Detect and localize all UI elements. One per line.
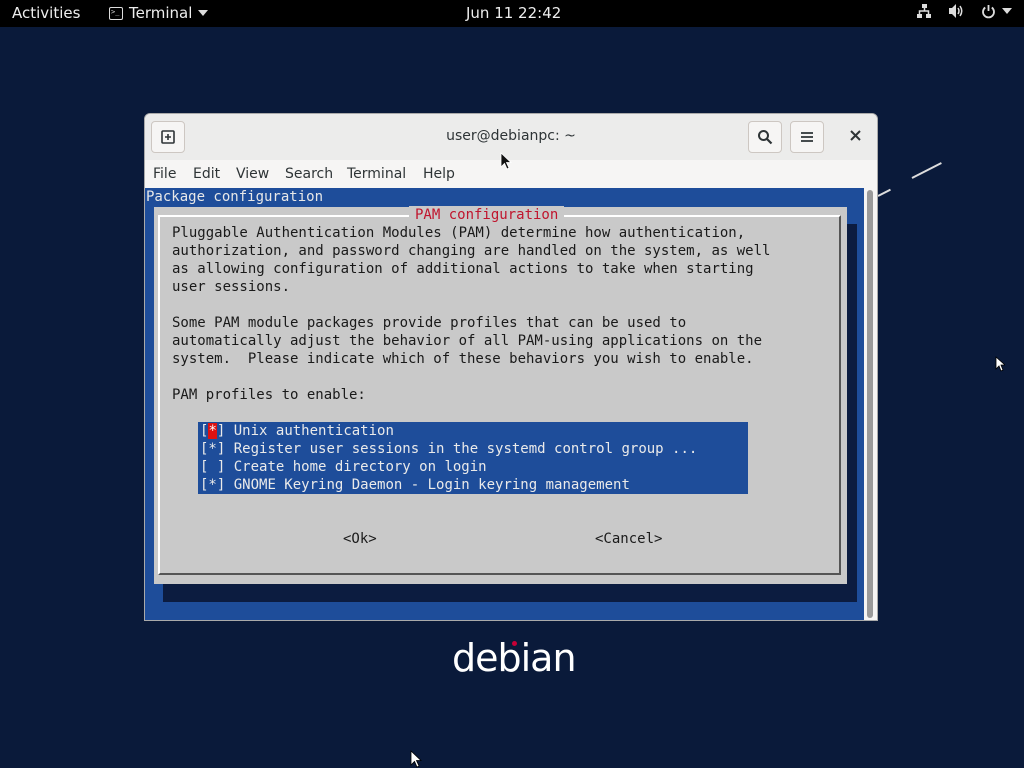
app-menu-button[interactable]: >_ Terminal <box>109 4 209 22</box>
terminal-area[interactable]: Package configuration PAM configuration … <box>145 188 866 620</box>
system-tray[interactable] <box>916 3 1012 19</box>
profiles-list[interactable]: [*] Unix authentication [*] Register use… <box>198 422 748 494</box>
mouse-pointer-icon <box>410 750 422 768</box>
terminal-window: user@debianpc: ~ File Edit View Search T… <box>144 113 878 621</box>
network-icon <box>917 4 931 18</box>
checkbox-mark: * <box>208 423 217 439</box>
profile-label: Create home directory on login <box>233 459 487 475</box>
chevron-down-icon <box>198 9 209 16</box>
profile-option[interactable]: [ ] Create home directory on login <box>200 458 487 476</box>
pam-dialog: PAM configuration Pluggable Authenticati… <box>154 206 847 584</box>
close-icon <box>850 130 861 141</box>
scrollbar-thumb[interactable] <box>867 190 873 618</box>
power-icon <box>982 4 995 18</box>
menu-edit[interactable]: Edit <box>193 166 220 182</box>
volume-icon <box>949 4 963 18</box>
menu-terminal[interactable]: Terminal <box>347 166 406 182</box>
menu-help[interactable]: Help <box>423 166 455 182</box>
dialog-title: PAM configuration <box>409 206 565 224</box>
ok-button[interactable]: <Ok> <box>343 530 377 548</box>
hamburger-menu-icon <box>801 132 813 142</box>
terminal-icon: >_ <box>109 6 123 20</box>
debian-logo: debian <box>452 636 577 680</box>
logo-dot <box>512 641 517 646</box>
menu-view[interactable]: View <box>236 166 269 182</box>
checkbox[interactable]: [*] <box>200 441 225 457</box>
activities-button[interactable]: Activities <box>12 4 80 22</box>
app-menu-label: Terminal <box>129 4 193 22</box>
main-menu-button[interactable] <box>790 121 824 153</box>
top-bar: Activities >_ Terminal Jun 11 22:42 <box>0 0 1024 27</box>
scrollbar[interactable] <box>864 188 877 620</box>
profile-label: Register user sessions in the systemd co… <box>233 441 698 457</box>
dialog-description: Pluggable Authentication Modules (PAM) d… <box>172 225 771 403</box>
checkbox[interactable]: [ ] <box>200 459 225 475</box>
profile-option[interactable]: [*] Unix authentication <box>200 422 394 440</box>
menu-search[interactable]: Search <box>285 166 333 182</box>
close-button[interactable] <box>850 126 861 146</box>
wallpaper-stroke <box>877 188 891 197</box>
chevron-down-icon <box>1002 7 1012 14</box>
search-button[interactable] <box>748 121 782 153</box>
search-icon <box>758 130 773 145</box>
power-menu[interactable] <box>981 4 1012 19</box>
mouse-pointer-icon <box>995 356 1005 372</box>
cancel-button[interactable]: <Cancel> <box>595 530 662 548</box>
profile-label: Unix authentication <box>233 423 394 439</box>
clock[interactable]: Jun 11 22:42 <box>466 4 561 22</box>
profile-label: GNOME Keyring Daemon - Login keyring man… <box>233 477 630 493</box>
menu-file[interactable]: File <box>153 166 176 182</box>
package-config-header: Package configuration <box>146 189 324 205</box>
mouse-pointer-icon <box>500 152 512 170</box>
checkbox[interactable]: [*] <box>200 477 225 493</box>
wallpaper-stroke <box>911 162 942 179</box>
profile-option[interactable]: [*] Register user sessions in the system… <box>200 440 697 458</box>
profile-option[interactable]: [*] GNOME Keyring Daemon - Login keyring… <box>200 476 630 494</box>
checkbox[interactable]: [*] <box>200 423 225 439</box>
